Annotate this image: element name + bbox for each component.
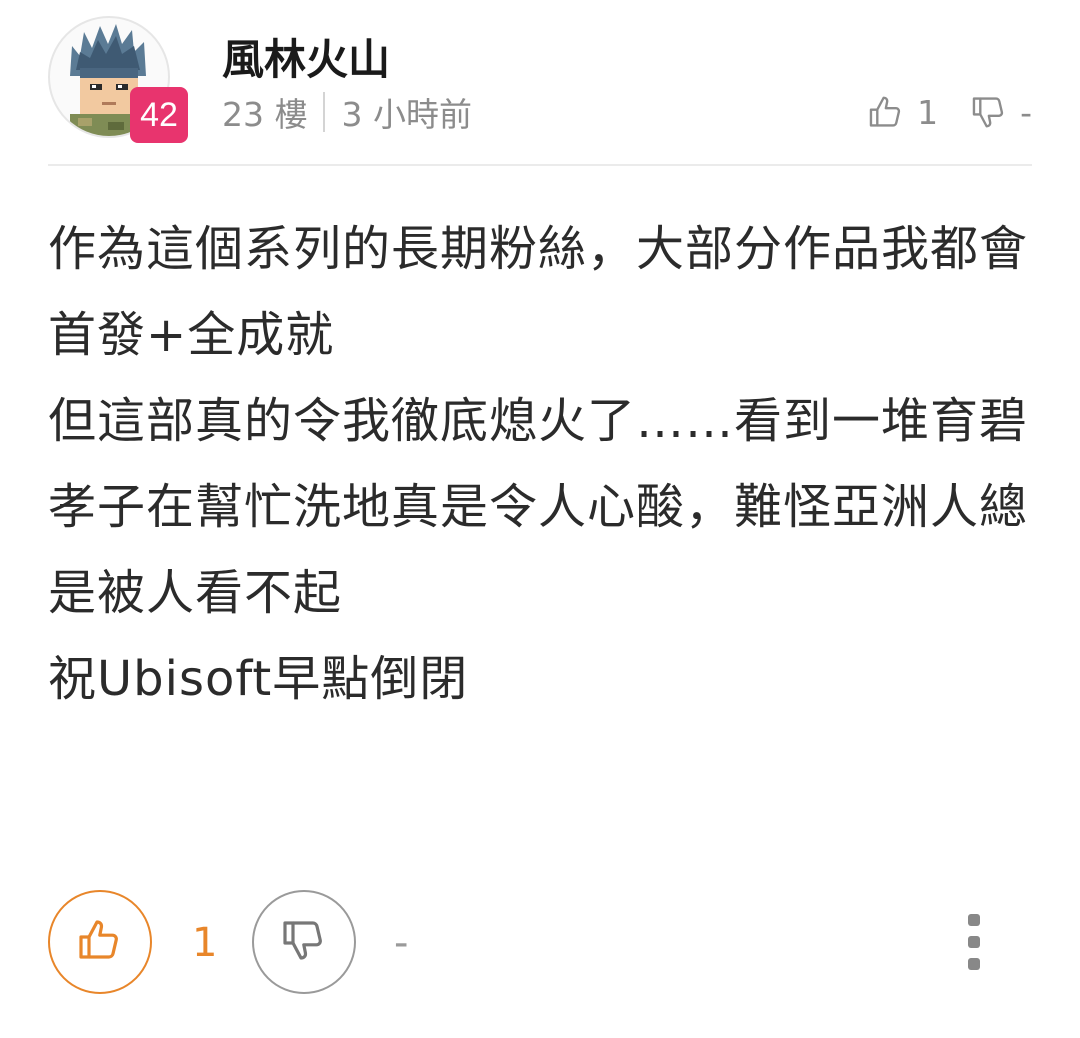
level-badge: 42: [130, 87, 188, 143]
more-dot: [968, 958, 980, 970]
header-like-count: 1: [917, 92, 939, 132]
more-dot: [968, 914, 980, 926]
like-button[interactable]: [48, 890, 152, 994]
meta-divider: [323, 92, 326, 132]
header-dislike-count: -: [1020, 92, 1032, 132]
header-divider: [48, 164, 1032, 166]
post-meta: 23 樓 3 小時前: [222, 90, 472, 134]
post-time: 3 小時前: [341, 95, 472, 134]
thumbs-down-icon[interactable]: [970, 93, 1008, 131]
more-dot: [968, 936, 980, 948]
thumbs-down-icon: [280, 916, 328, 968]
thumbs-up-icon[interactable]: [867, 93, 905, 131]
post-body: 作為這個系列的長期粉絲，大部分作品我都會首發+全成就 但這部真的令我徹底熄火了……: [48, 206, 1038, 722]
dislike-button[interactable]: [252, 890, 356, 994]
like-count: 1: [192, 920, 218, 966]
dislike-count: -: [394, 920, 409, 966]
post-actions: 1 -: [48, 890, 1032, 998]
floor-number: 23 樓: [222, 95, 308, 134]
post-header: 42 風林火山 23 樓 3 小時前 1 -: [0, 0, 1080, 166]
body-paragraph: 但這部真的令我徹底熄火了……看到一堆育碧孝子在幫忙洗地真是令人心酸，難怪亞洲人總…: [48, 393, 1029, 621]
body-paragraph: 作為這個系列的長期粉絲，大部分作品我都會首發+全成就: [48, 221, 1029, 363]
body-paragraph: 祝Ubisoft早點倒閉: [48, 651, 469, 707]
more-vertical-icon[interactable]: [960, 914, 988, 970]
header-vote-summary: 1 -: [867, 90, 1032, 134]
thumbs-up-icon: [76, 916, 124, 968]
author-name[interactable]: 風林火山: [222, 34, 390, 86]
